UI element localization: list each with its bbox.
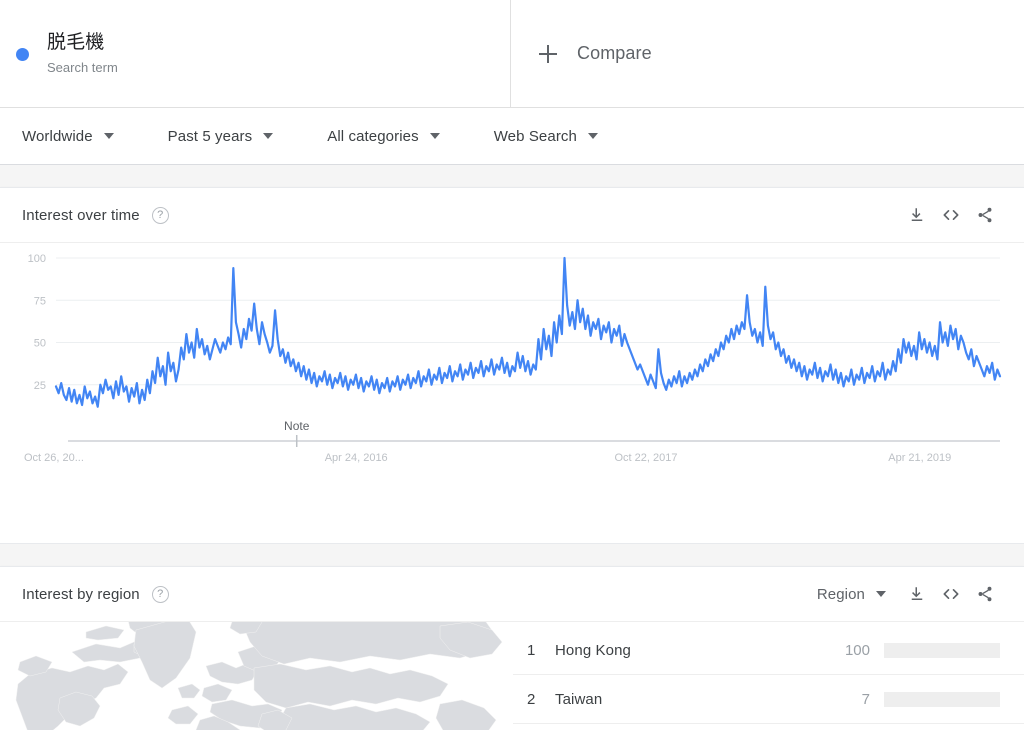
region-select-label: Region — [816, 585, 865, 603]
embed-icon[interactable] — [934, 577, 968, 611]
term-color-dot — [16, 47, 29, 61]
interest-by-region-card: Interest by region ? Region 1 Hong Kong … — [0, 566, 1024, 730]
interest-over-time-header: Interest over time ? — [0, 188, 1024, 243]
help-icon[interactable]: ? — [151, 585, 169, 603]
filter-location-label: Worldwide — [22, 127, 93, 145]
search-term-bar: 脱毛機 Search term Compare — [0, 0, 1024, 108]
region-granularity-select[interactable]: Region — [817, 586, 886, 603]
chevron-down-icon — [263, 133, 274, 139]
interest-over-time-card: Interest over time ? 25 50 75 100 Note Oct 26… — [0, 187, 1024, 544]
interest-by-region-header: Interest by region ? Region — [0, 567, 1024, 622]
compare-label: Compare — [577, 43, 652, 63]
table-row[interactable]: 1 Hong Kong 100 — [513, 626, 1024, 675]
filter-category[interactable]: All categories — [327, 127, 440, 145]
region-name: Taiwan — [555, 690, 603, 708]
region-rank: 1 — [527, 641, 536, 659]
help-icon[interactable]: ? — [151, 206, 169, 224]
interest-by-region-title: Interest by region — [22, 585, 140, 603]
share-icon[interactable] — [968, 577, 1002, 611]
svg-text:75: 75 — [34, 295, 46, 307]
filter-location[interactable]: Worldwide — [22, 128, 114, 145]
filter-category-label: All categories — [327, 127, 419, 145]
table-row[interactable]: 2 Taiwan 7 — [513, 675, 1024, 724]
region-name: Hong Kong — [555, 641, 631, 659]
interest-by-region-body: 1 Hong Kong 100 2 Taiwan 7 — [0, 622, 1024, 730]
region-bar-track — [884, 691, 1000, 707]
filter-search-type-label: Web Search — [493, 127, 577, 145]
interest-over-time-actions — [900, 198, 1002, 232]
filter-bar: Worldwide Past 5 years All categories We… — [0, 108, 1024, 165]
interest-over-time-chart[interactable]: 25 50 75 100 Note Oct 26, 20... Apr 24, 2016 Oc… — [0, 243, 1024, 543]
share-icon[interactable] — [968, 198, 1002, 232]
region-bar-track — [884, 642, 1000, 658]
svg-text:Oct 26, 20...: Oct 26, 20... — [24, 452, 84, 464]
svg-text:Oct 22, 2017: Oct 22, 2017 — [615, 452, 678, 464]
download-icon[interactable] — [900, 198, 934, 232]
section-gap — [0, 165, 1024, 187]
search-term-subtitle: Search term — [47, 59, 118, 75]
filter-search-type[interactable]: Web Search — [494, 128, 598, 145]
plus-icon — [539, 44, 557, 63]
embed-icon[interactable] — [934, 198, 968, 232]
svg-text:Apr 24, 2016: Apr 24, 2016 — [325, 452, 388, 464]
world-map-svg — [15, 622, 503, 730]
interest-over-time-title: Interest over time — [22, 206, 140, 224]
filter-time-range[interactable]: Past 5 years — [168, 128, 274, 145]
trend-line-chart: 25 50 75 100 Note Oct 26, 20... Apr 24, 2016 Oc… — [24, 253, 1002, 464]
svg-text:50: 50 — [34, 338, 46, 350]
chevron-down-icon — [103, 133, 114, 139]
svg-text:Note: Note — [284, 419, 310, 433]
term-text-group: 脱毛機 Search term — [47, 31, 118, 78]
svg-text:Apr 21, 2019: Apr 21, 2019 — [888, 452, 951, 464]
chevron-down-icon — [429, 133, 440, 139]
world-map[interactable] — [0, 622, 512, 730]
download-icon[interactable] — [900, 577, 934, 611]
search-term-title: 脱毛機 — [47, 31, 105, 53]
region-value: 100 — [844, 641, 870, 659]
interest-by-region-actions — [900, 577, 1002, 611]
section-gap-2 — [0, 544, 1024, 566]
region-ranking-list: 1 Hong Kong 100 2 Taiwan 7 — [512, 622, 1024, 730]
search-term-card[interactable]: 脱毛機 Search term — [0, 0, 511, 108]
filter-time-range-label: Past 5 years — [167, 127, 253, 145]
chevron-down-icon — [587, 133, 598, 139]
compare-button[interactable]: Compare — [511, 0, 1024, 107]
svg-text:100: 100 — [28, 253, 46, 265]
chevron-down-icon — [876, 591, 886, 597]
svg-text:25: 25 — [34, 380, 46, 392]
region-rank: 2 — [527, 690, 536, 708]
region-value: 7 — [861, 690, 870, 708]
